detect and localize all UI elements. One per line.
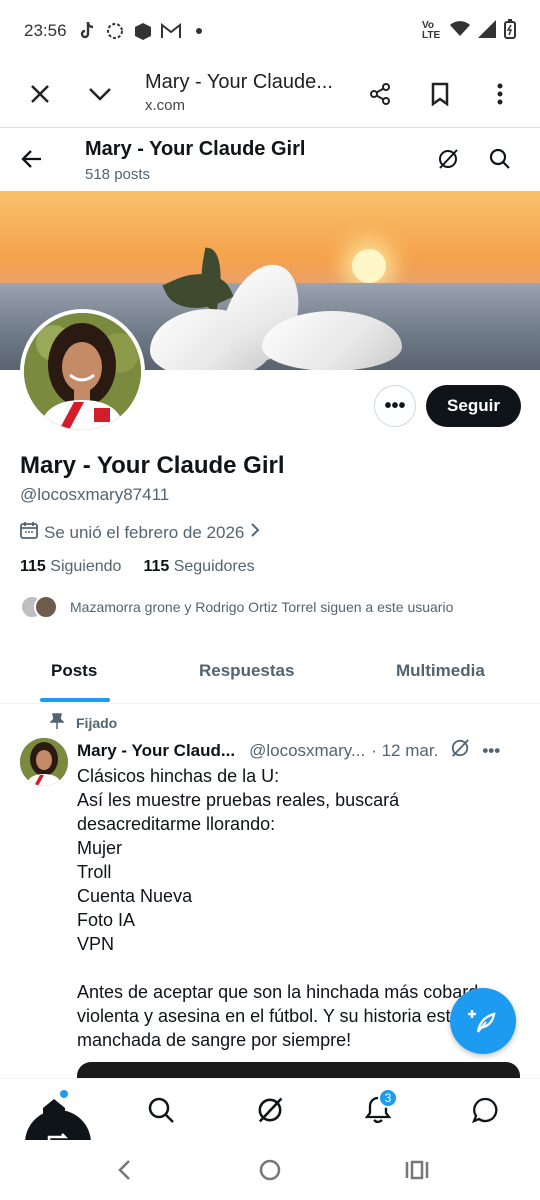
wifi-icon: [450, 20, 470, 42]
explore-search-icon[interactable]: [144, 1093, 178, 1127]
tweet-line: Foto IA: [77, 910, 136, 930]
follow-button[interactable]: Seguir: [426, 385, 521, 427]
follower-avatar: [34, 595, 58, 619]
pinned-label: Fijado: [49, 713, 118, 732]
notifications-badge: 3: [378, 1088, 398, 1108]
tab-replies[interactable]: Respuestas: [199, 661, 294, 681]
bookmark-icon[interactable]: [420, 74, 460, 114]
profile-avatar[interactable]: [20, 309, 145, 434]
following-link[interactable]: 115 Siguiendo: [20, 558, 121, 576]
tweet-line: Clásicos hinchas de la U:: [77, 766, 280, 786]
pinned-text: Fijado: [76, 714, 118, 731]
tweet-author-name[interactable]: Mary - Your Claud...: [77, 741, 235, 761]
tweet-line: Así les muestre pruebas reales, buscará: [77, 790, 400, 810]
signal-icon: [478, 19, 496, 43]
tweet-line: Mujer: [77, 838, 123, 858]
network-label: Vo LTE: [422, 20, 441, 41]
tweet-header: Mary - Your Claud... @locosxmary... · 12…: [77, 738, 522, 763]
tweet-line: Cuenta Nueva: [77, 886, 193, 906]
status-bar: 23:56 Vo LTE: [0, 0, 540, 62]
home-unread-dot: [60, 1090, 68, 1098]
gmail-icon: [160, 21, 181, 41]
more-vertical-icon[interactable]: [480, 74, 520, 114]
chevron-right-icon: [250, 522, 260, 543]
followers-link[interactable]: 115 Seguidores: [143, 558, 254, 576]
tweet-line: [77, 956, 517, 980]
tweet-date[interactable]: · 12 mar.: [371, 741, 438, 761]
calendar-icon: [20, 521, 38, 544]
tab-media[interactable]: Multimedia: [396, 661, 485, 681]
following-count: 115: [20, 558, 46, 575]
tweet-more-button[interactable]: •••: [482, 741, 500, 761]
back-arrow-icon[interactable]: [12, 139, 52, 179]
profile-handle: @locosxmary87411: [20, 485, 170, 504]
tiktok-icon: [77, 21, 97, 41]
profile-name: Mary - Your Claude Girl: [20, 452, 285, 479]
header-post-count: 518 posts: [85, 166, 151, 183]
browser-title[interactable]: Mary - Your Claude... x.com: [145, 71, 345, 114]
followed-by-text: Mazamorra grone y Rodrigo Ortiz Torrel s…: [70, 599, 454, 615]
system-back-icon[interactable]: [112, 1158, 136, 1182]
header-profile-name: Mary - Your Claude Girl: [85, 138, 306, 160]
share-icon[interactable]: [360, 74, 400, 114]
package-icon: [133, 21, 153, 41]
pin-icon: [49, 713, 65, 732]
active-tab-indicator: [40, 698, 110, 702]
banner-sun: [352, 249, 386, 283]
tweet-line: Antes de aceptar que son la hinchada más…: [77, 982, 489, 1002]
followers-count: 115: [143, 558, 170, 575]
page-title: Mary - Your Claude...: [145, 71, 333, 93]
following-label: Siguiendo: [50, 558, 122, 575]
tab-posts[interactable]: Posts: [51, 661, 97, 681]
tweet-line: VPN: [77, 934, 115, 954]
more-options-button[interactable]: •••: [374, 385, 416, 427]
system-home-icon[interactable]: [258, 1158, 282, 1182]
notification-dot-icon: [189, 21, 209, 41]
browser-toolbar: Mary - Your Claude... x.com: [0, 62, 540, 128]
close-icon[interactable]: [20, 74, 60, 114]
tweet-author-avatar[interactable]: [20, 738, 68, 786]
loading-icon: [105, 21, 125, 41]
followers-label: Seguidores: [173, 558, 255, 575]
grok-icon[interactable]: [253, 1093, 287, 1127]
compose-post-button[interactable]: [450, 988, 516, 1054]
battery-icon: [504, 18, 516, 44]
tweet-line: desacreditarme llorando:: [77, 814, 276, 834]
chevron-down-icon[interactable]: [80, 74, 120, 114]
grok-icon[interactable]: [428, 139, 468, 179]
status-time: 23:56: [24, 21, 67, 40]
follow-stats: 115 Siguiendo 115 Seguidores: [20, 558, 255, 576]
tweet-line: Troll: [77, 862, 112, 882]
system-navigation: [0, 1140, 540, 1200]
joined-text: Se unió el febrero de 2026: [44, 522, 245, 542]
tweet-author-handle[interactable]: @locosxmary...: [249, 741, 365, 761]
messages-icon[interactable]: [468, 1093, 502, 1127]
system-recents-icon[interactable]: [405, 1158, 429, 1182]
search-icon[interactable]: [480, 139, 520, 179]
page-url: x.com: [145, 97, 186, 114]
grok-icon[interactable]: [450, 738, 470, 763]
joined-date[interactable]: Se unió el febrero de 2026: [20, 521, 260, 544]
followed-by[interactable]: Mazamorra grone y Rodrigo Ortiz Torrel s…: [20, 595, 453, 619]
profile-header: Mary - Your Claude Girl 518 posts: [0, 129, 540, 191]
profile-tabs: Posts Respuestas Multimedia: [0, 644, 540, 704]
